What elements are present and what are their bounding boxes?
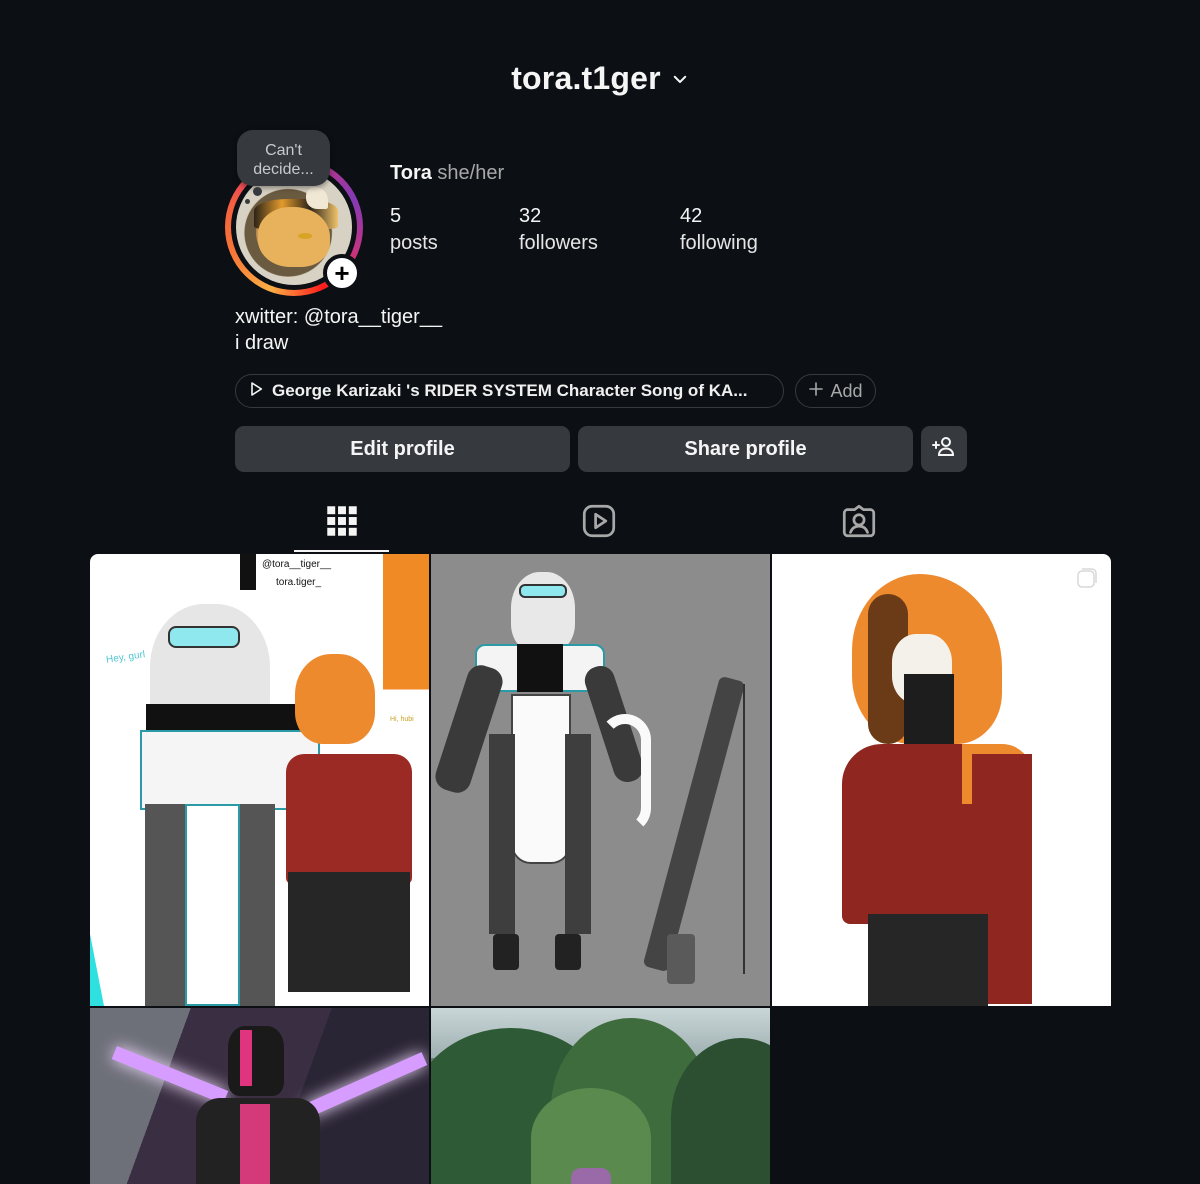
profile-music[interactable]: George Karizaki 's RIDER SYSTEM Characte…: [235, 374, 784, 408]
display-name: Tora: [390, 162, 432, 184]
tab-posts-grid[interactable]: [294, 500, 389, 552]
stat-label: following: [680, 232, 758, 254]
post-thumbnail[interactable]: [431, 1008, 770, 1184]
bio: xwitter: @tora__tiger__ i draw: [235, 304, 442, 356]
add-person-icon: [932, 434, 956, 464]
discover-people-button[interactable]: [921, 426, 967, 472]
tagged-icon: [842, 504, 876, 543]
bio-line: xwitter: @tora__tiger__: [235, 306, 443, 328]
add-link-button[interactable]: Add: [795, 374, 876, 408]
play-icon: [248, 381, 264, 402]
note-text: Can't decide...: [253, 142, 314, 178]
profile-tabs: [0, 500, 1200, 552]
share-profile-button[interactable]: Share profile: [578, 426, 913, 472]
grid-icon: [325, 504, 359, 543]
stat-value: 5: [390, 205, 402, 227]
post-thumbnail[interactable]: [772, 554, 1111, 1006]
tab-tagged[interactable]: [811, 500, 906, 552]
post-thumbnail[interactable]: @tora__tiger__ tora.tiger_ Hey, gurl Hi,…: [90, 554, 429, 1006]
stat-value: 32: [519, 205, 542, 227]
post-caption-overlay: @tora__tiger__ tora.tiger_: [240, 556, 331, 592]
pronouns: she/her: [437, 162, 505, 184]
add-label: Add: [830, 380, 863, 401]
posts-grid: @tora__tiger__ tora.tiger_ Hey, gurl Hi,…: [90, 554, 1112, 1184]
post-thumbnail[interactable]: [431, 554, 770, 1006]
username-switcher[interactable]: tora.t1ger: [0, 60, 1200, 97]
x-handle: @tora__tiger__: [262, 559, 332, 570]
note-bubble[interactable]: Can't decide...: [237, 130, 330, 204]
post-thumbnail[interactable]: [90, 1008, 429, 1184]
add-story-icon[interactable]: +: [323, 254, 361, 292]
username[interactable]: tora.t1ger: [511, 60, 661, 97]
profile-stats: 5 posts 32 followers 42 following: [390, 203, 758, 257]
stat-label: posts: [390, 232, 438, 254]
tab-reels[interactable]: [551, 500, 646, 552]
reels-icon: [582, 504, 616, 543]
post-greeting: Hey, gurl: [105, 649, 146, 666]
name-line: Tora she/her: [390, 162, 504, 185]
stat-label: followers: [519, 232, 598, 254]
stat-posts: 5 posts: [390, 203, 519, 257]
discord-handle: tora.tiger_: [276, 577, 322, 588]
bio-line: i draw: [235, 332, 289, 354]
chevron-down-icon[interactable]: [671, 70, 689, 88]
edit-profile-button[interactable]: Edit profile: [235, 426, 570, 472]
plus-icon: [808, 381, 824, 402]
stat-followers[interactable]: 32 followers: [519, 203, 680, 257]
music-title: George Karizaki 's RIDER SYSTEM Characte…: [272, 381, 748, 400]
post-reply: Hi, hubi: [390, 716, 414, 723]
profile-page: tora.t1ger + Can't decide... Tora she/he…: [0, 0, 1200, 1184]
stat-value: 42: [680, 205, 703, 227]
carousel-icon: [1075, 566, 1099, 590]
stat-following[interactable]: 42 following: [680, 203, 758, 257]
